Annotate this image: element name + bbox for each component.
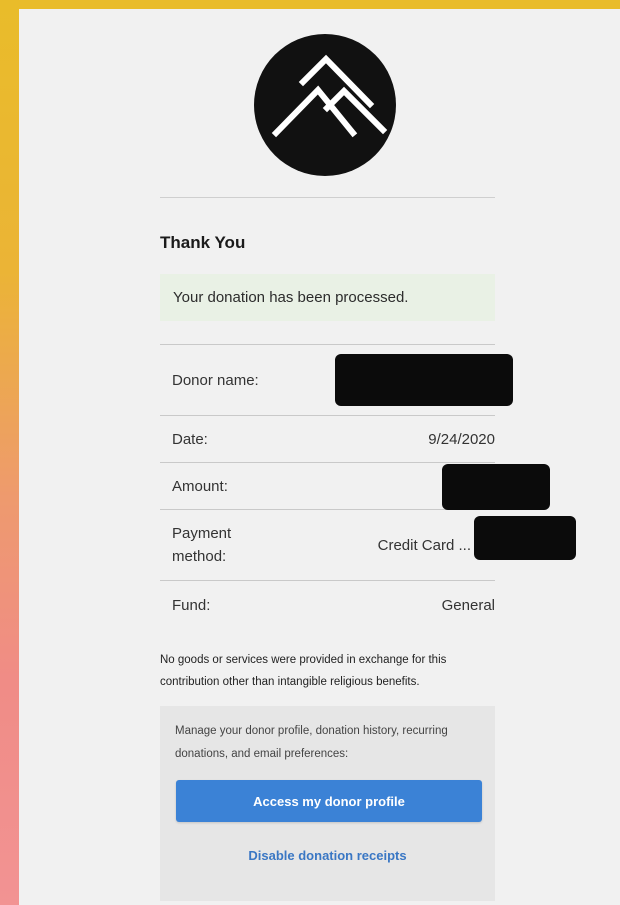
donation-details-table: Donor name: Date: 9/24/2020 Amount: Paym… — [160, 344, 576, 629]
donor-name-label: Donor name: — [172, 371, 259, 389]
date-value: 9/24/2020 — [428, 430, 495, 448]
payment-method-value: Credit Card ... — [377, 515, 576, 560]
amount-label: Amount: — [172, 477, 228, 495]
donor-profile-description: Manage your donor profile, donation hist… — [175, 725, 448, 760]
fund-value: General — [441, 596, 495, 614]
detail-row-date: Date: 9/24/2020 — [160, 416, 495, 463]
detail-row-amount: Amount: — [160, 463, 550, 510]
access-donor-profile-button[interactable]: Access my donor profile — [176, 780, 482, 822]
success-notice-text: Your donation has been processed. — [173, 289, 409, 306]
access-donor-profile-button-label: Access my donor profile — [253, 793, 405, 809]
date-label: Date: — [172, 430, 208, 448]
redaction — [473, 515, 576, 560]
receipt-page: Thank You Your donation has been process… — [19, 9, 620, 905]
divider — [160, 197, 495, 198]
payment-method-text: Credit Card ... — [377, 536, 471, 554]
tax-disclaimer: No goods or services were provided in ex… — [160, 654, 447, 688]
detail-row-fund: Fund: General — [160, 581, 495, 629]
payment-method-label-line2: method: — [172, 548, 227, 565]
fund-label: Fund: — [172, 596, 211, 614]
success-notice: Your donation has been processed. — [160, 274, 495, 321]
detail-row-donor-name: Donor name: — [160, 345, 513, 416]
payment-method-label-line1: Payment — [172, 525, 232, 542]
donor-profile-panel: Manage your donor profile, donation hist… — [160, 706, 495, 901]
redaction — [335, 354, 513, 406]
detail-row-payment-method: Payment method: Credit Card ... — [160, 510, 576, 581]
disable-receipts-link[interactable]: Disable donation receipts — [160, 848, 495, 863]
screen: { "logo": {"icon": "mountain-logo-icon"}… — [0, 0, 620, 905]
redaction — [442, 464, 550, 510]
payment-method-label: Payment method: — [172, 522, 231, 568]
mountain-logo-icon — [254, 34, 396, 176]
page-title: Thank You — [160, 233, 246, 252]
